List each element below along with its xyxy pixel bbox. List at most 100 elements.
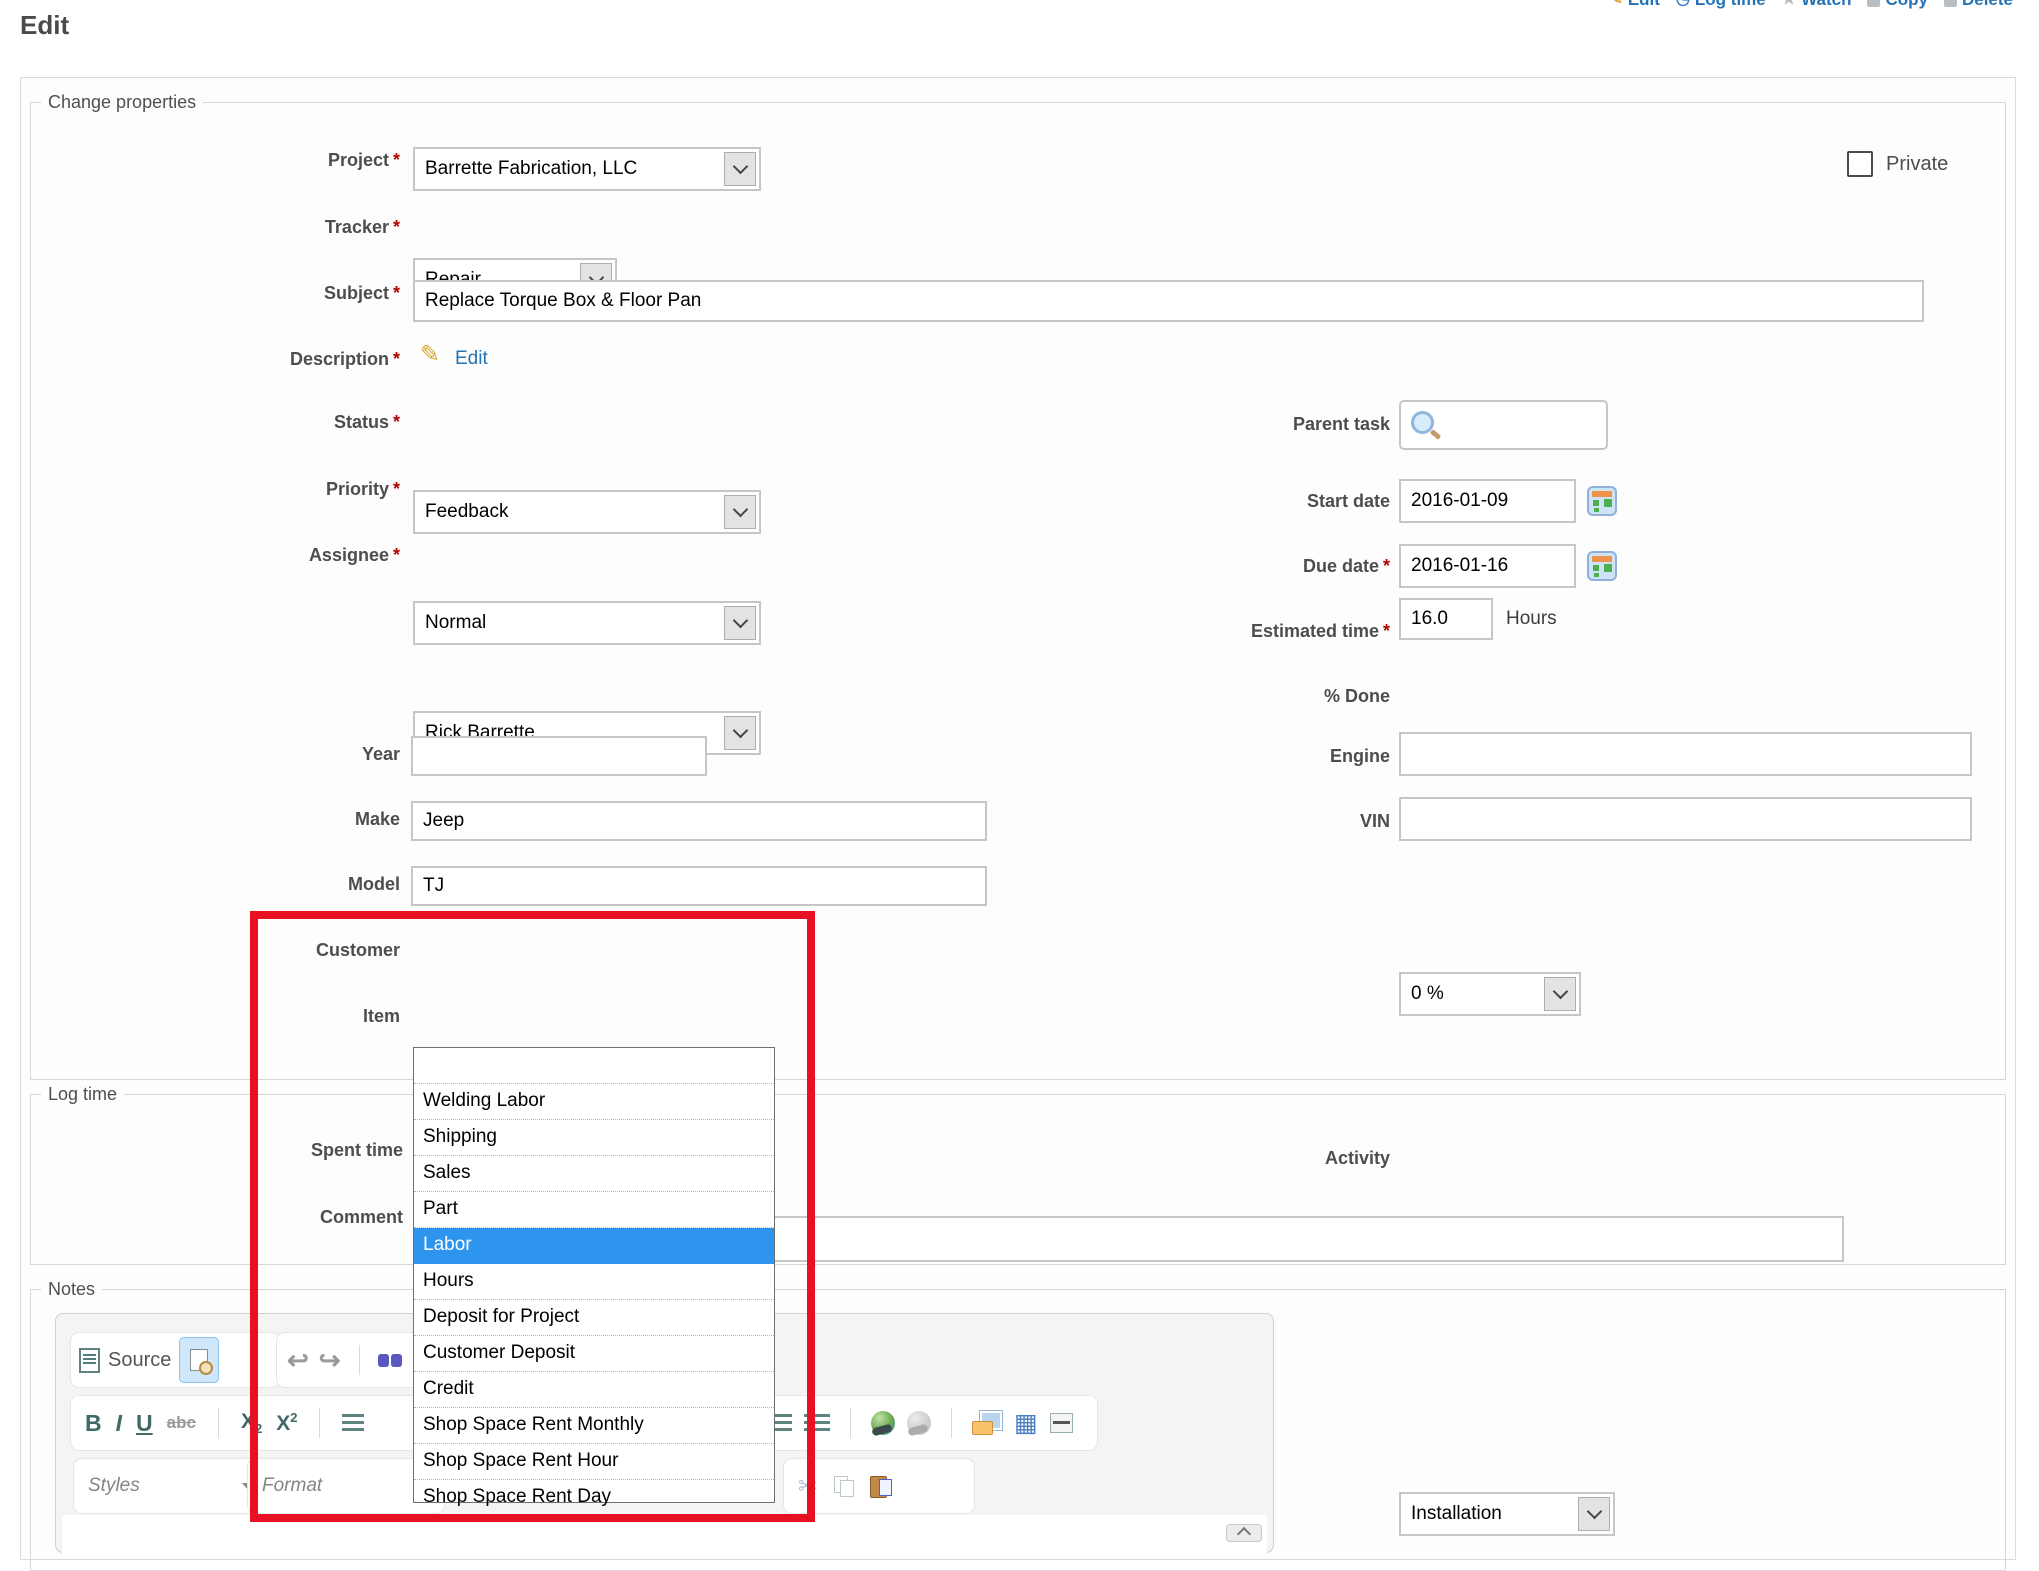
table-icon[interactable]: ▦ xyxy=(1014,1411,1038,1435)
source-button[interactable]: Source xyxy=(108,1349,171,1372)
search-icon xyxy=(1411,411,1434,434)
private-checkbox[interactable] xyxy=(1847,151,1873,177)
scroll-up-button[interactable] xyxy=(1226,1524,1262,1542)
log-time-action-label: Log time xyxy=(1695,0,1766,10)
engine-input[interactable] xyxy=(1399,732,1972,776)
start-date-label: Start date xyxy=(1090,491,1390,512)
model-label: Model xyxy=(150,874,400,895)
chevron-down-icon xyxy=(1578,1497,1610,1531)
page-title: Edit xyxy=(20,10,69,41)
make-label: Make xyxy=(150,809,400,830)
source-button-group: Source xyxy=(70,1332,280,1388)
activity-value: Installation xyxy=(1411,1503,1502,1525)
italic-button[interactable]: I xyxy=(116,1410,122,1437)
activity-select[interactable]: Installation xyxy=(1399,1492,1615,1536)
horizontal-rule-icon[interactable] xyxy=(1050,1413,1073,1433)
parent-task-label: Parent task xyxy=(1090,414,1390,435)
trash-icon xyxy=(1944,0,1957,7)
vin-input[interactable] xyxy=(1399,797,1972,841)
estimated-time-input[interactable]: 16.0 xyxy=(1399,598,1493,640)
issue-action-bar: ✎ Edit ◷ Log time ★ Watch Copy Delete xyxy=(1609,0,2013,10)
project-value: Barrette Fabrication, LLC xyxy=(425,158,637,180)
styles-dropdown[interactable]: Styles xyxy=(73,1458,269,1514)
model-input[interactable]: TJ xyxy=(411,866,987,906)
edit-action-label: Edit xyxy=(1628,0,1660,10)
source-document-icon xyxy=(79,1348,100,1373)
vin-label: VIN xyxy=(1090,811,1390,832)
toolbar-separator xyxy=(850,1408,851,1438)
copy-icon xyxy=(1867,0,1880,7)
project-select[interactable]: Barrette Fabrication, LLC xyxy=(413,147,761,191)
edit-action-link[interactable]: ✎ Edit xyxy=(1609,0,1660,10)
done-ratio-select[interactable]: 0 % xyxy=(1399,972,1581,1016)
required-marker: * xyxy=(1379,556,1390,576)
due-date-label: Due date* xyxy=(1090,556,1390,577)
copy-action-link[interactable]: Copy xyxy=(1867,0,1928,10)
private-label: Private xyxy=(1886,153,1948,176)
change-properties-legend: Change properties xyxy=(41,92,203,113)
chevron-down-icon xyxy=(724,152,756,186)
link-icon[interactable] xyxy=(871,1411,895,1435)
due-date-value: 2016-01-16 xyxy=(1411,555,1508,577)
clock-plus-icon: ◷ xyxy=(1676,0,1690,8)
done-ratio-value: 0 % xyxy=(1411,983,1444,1005)
description-edit-link[interactable]: Edit xyxy=(455,348,488,370)
log-time-legend: Log time xyxy=(41,1084,124,1105)
watch-action-label: Watch xyxy=(1801,0,1851,10)
project-label: Project* xyxy=(150,150,400,171)
calendar-icon[interactable] xyxy=(1587,551,1617,581)
start-date-input[interactable]: 2016-01-09 xyxy=(1399,479,1576,523)
activity-label: Activity xyxy=(1090,1148,1390,1169)
unlink-icon[interactable] xyxy=(907,1411,931,1435)
year-input[interactable] xyxy=(411,736,707,776)
parent-task-input[interactable] xyxy=(1399,400,1608,450)
paste-icon[interactable] xyxy=(870,1475,892,1497)
copy-action-label: Copy xyxy=(1885,0,1928,10)
star-icon: ★ xyxy=(1782,0,1796,8)
bold-button[interactable]: B xyxy=(85,1410,102,1437)
model-value: TJ xyxy=(423,875,444,897)
underline-button[interactable]: U xyxy=(136,1410,153,1437)
required-marker: * xyxy=(389,545,400,565)
start-date-value: 2016-01-09 xyxy=(1411,490,1508,512)
engine-label: Engine xyxy=(1090,746,1390,767)
delete-action-link[interactable]: Delete xyxy=(1944,0,2013,10)
toolbar-separator xyxy=(218,1408,219,1438)
subject-input[interactable]: Replace Torque Box & Floor Pan xyxy=(413,280,1924,322)
description-label: Description* xyxy=(150,349,400,370)
required-marker: * xyxy=(389,283,400,303)
status-select[interactable]: Feedback xyxy=(413,490,761,534)
preview-button[interactable] xyxy=(179,1337,219,1383)
due-date-input[interactable]: 2016-01-16 xyxy=(1399,544,1576,588)
toolbar-separator xyxy=(951,1408,952,1438)
calendar-icon[interactable] xyxy=(1587,486,1617,516)
delete-action-label: Delete xyxy=(1962,0,2013,10)
required-marker: * xyxy=(389,412,400,432)
estimated-time-unit: Hours xyxy=(1506,608,1557,630)
image-icon[interactable] xyxy=(972,1411,1002,1435)
chevron-down-icon xyxy=(724,716,756,750)
copy-doc-icon[interactable] xyxy=(834,1476,854,1496)
watch-action-link[interactable]: ★ Watch xyxy=(1782,0,1852,10)
required-marker: * xyxy=(389,349,400,369)
annotation-highlight-rectangle xyxy=(250,911,815,1522)
priority-select[interactable]: Normal xyxy=(413,601,761,645)
subject-label: Subject* xyxy=(150,283,400,304)
log-time-action-link[interactable]: ◷ Log time xyxy=(1676,0,1766,10)
make-value: Jeep xyxy=(423,810,464,832)
priority-value: Normal xyxy=(425,612,486,634)
required-marker: * xyxy=(389,479,400,499)
chevron-down-icon xyxy=(724,606,756,640)
tracker-label: Tracker* xyxy=(150,217,400,238)
notes-legend: Notes xyxy=(41,1279,102,1300)
magnifier-icon xyxy=(199,1361,213,1375)
status-value: Feedback xyxy=(425,501,508,523)
priority-label: Priority* xyxy=(150,479,400,500)
pencil-icon: ✎ xyxy=(420,340,440,369)
pencil-icon: ✎ xyxy=(1609,0,1622,8)
make-input[interactable]: Jeep xyxy=(411,801,987,841)
strikethrough-button[interactable]: abc xyxy=(167,1413,196,1433)
estimated-time-label: Estimated time* xyxy=(1090,621,1390,642)
chevron-down-icon xyxy=(1544,977,1576,1011)
chevron-down-icon xyxy=(724,495,756,529)
